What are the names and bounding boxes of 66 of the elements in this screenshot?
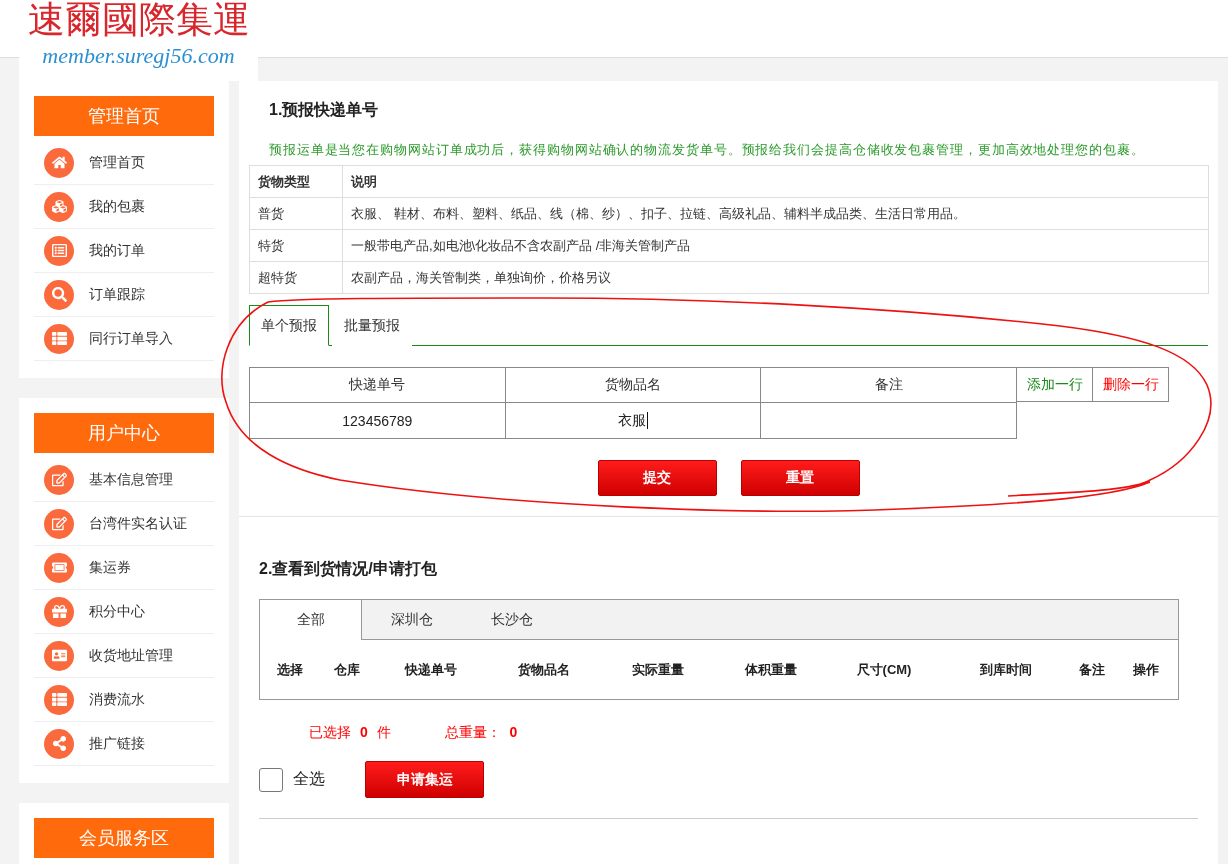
checkbox-label[interactable]: 全选 — [293, 769, 325, 790]
table-cell: 特货 — [250, 230, 343, 262]
column-header: 到库时间 — [980, 660, 1032, 679]
sidebar-item[interactable]: 台湾件实名认证 — [34, 502, 214, 546]
description-text: 预报运单是当您在购物网站订单成功后，获得购物网站确认的物流发货单号。预报给我们会提高仓储收发包裹管理，更加高效地处理您的包裹。 — [268, 141, 1146, 159]
sidebar-heading: 管理首页 — [34, 96, 214, 136]
section-title: 1.预报快递单号 — [268, 100, 380, 120]
share-icon — [44, 728, 74, 759]
delete-row-button[interactable]: 删除一行 — [1093, 367, 1169, 402]
sidebar-heading: 用户中心 — [34, 413, 214, 453]
reset-button[interactable]: 重置 — [740, 460, 860, 496]
checkbox[interactable] — [259, 767, 283, 792]
column-header: 体积重量 — [745, 660, 797, 679]
table-cell: 普货 — [250, 198, 343, 230]
table-cell: 衣服、 鞋材、布料、塑料、纸品、线（棉、纱）、扣子、拉链、高级礼品、辅料半成品类、生活日常用品。 — [343, 198, 1209, 230]
column-header: 快递单号 — [405, 660, 457, 679]
address-card-icon — [44, 640, 74, 671]
tab[interactable]: 全部 — [260, 600, 362, 640]
list-icon — [44, 323, 74, 354]
edit-icon — [44, 464, 74, 495]
tab[interactable]: 深圳仓 — [362, 600, 462, 640]
column-header: 货物品名 — [518, 660, 570, 679]
ticket-icon — [44, 552, 74, 583]
selected-count-text: 已选择 0 件 — [309, 723, 391, 741]
logo-domain: member.suregj56.com — [42, 43, 235, 69]
gift-icon — [44, 596, 74, 627]
sidebar-item[interactable]: 推广链接 — [34, 722, 214, 766]
add-row-button[interactable]: 添加一行 — [1017, 367, 1093, 402]
cubes-icon — [44, 191, 74, 222]
table-cell: 一般带电产品,如电池\化妆品不含农副产品 /非海关管制产品 — [343, 230, 1209, 262]
section-title: 2.查看到货情况/申请打包 — [259, 559, 438, 579]
table-cell: 农副产品，海关管制类，单独询价，价格另议 — [343, 262, 1209, 294]
sidebar-item[interactable]: 消费流水 — [34, 678, 214, 722]
sidebar-item[interactable]: 基本信息管理 — [34, 458, 214, 502]
list-card-icon — [44, 235, 74, 266]
sidebar-item[interactable]: 管理首页 — [34, 141, 214, 185]
column-header: 备注 — [1079, 660, 1105, 679]
sidebar-item[interactable]: 集运券 — [34, 546, 214, 590]
input-field[interactable]: 衣服 — [505, 403, 762, 439]
edit-icon — [44, 508, 74, 539]
sidebar-item[interactable]: 订单跟踪 — [34, 273, 214, 317]
submit-button[interactable]: 提交 — [597, 460, 717, 496]
sidebar-item[interactable]: 积分中心 — [34, 590, 214, 634]
column-header: 操作 — [1133, 660, 1159, 679]
sidebar-item[interactable]: 我的订单 — [34, 229, 214, 273]
column-header: 货物类型 — [250, 166, 343, 198]
tab[interactable]: 单个预报 — [249, 305, 329, 346]
sidebar-heading: 会员服务区 — [34, 818, 214, 858]
input-field[interactable] — [761, 403, 1017, 439]
table-cell: 超特货 — [250, 262, 343, 294]
apply-button[interactable]: 申请集运 — [365, 761, 484, 798]
logo-title: 速爾國際集運 — [27, 0, 250, 40]
total-weight-text: 总重量： 0 — [444, 723, 518, 741]
column-header: 说明 — [343, 166, 1209, 198]
input-field[interactable]: 123456789 — [250, 403, 506, 439]
search-icon — [44, 279, 74, 310]
list-icon — [44, 684, 74, 715]
sidebar-item[interactable]: 同行订单导入 — [34, 317, 214, 361]
column-header: 实际重量 — [632, 660, 684, 679]
column-header: 选择 — [277, 660, 303, 679]
column-header: 仓库 — [334, 660, 360, 679]
sidebar-item[interactable]: 我的包裹 — [34, 185, 214, 229]
column-header: 尺寸(CM) — [856, 660, 912, 679]
sidebar-item[interactable]: 收货地址管理 — [34, 634, 214, 678]
home-icon — [44, 147, 74, 178]
tab[interactable]: 长沙仓 — [462, 600, 562, 640]
